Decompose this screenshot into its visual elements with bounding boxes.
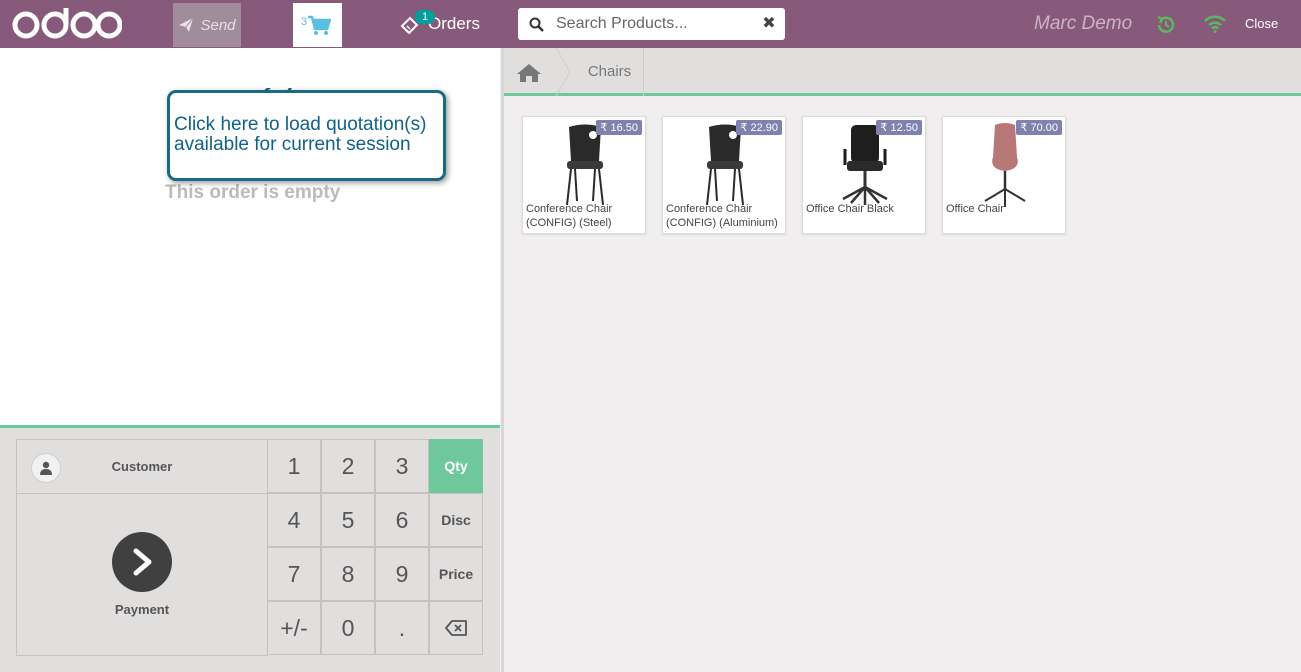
price-tag: ₹ 22.90 — [736, 120, 782, 135]
price-mode-button[interactable]: Price — [429, 547, 483, 601]
product-card[interactable]: ₹ 12.50 Office Chair Black — [802, 116, 926, 234]
backspace-button[interactable] — [429, 601, 483, 655]
decimal-button[interactable]: . — [375, 601, 429, 655]
numpad: 1 2 3 Qty 4 5 6 Disc 7 8 9 Price +/- 0 . — [267, 439, 484, 656]
quotation-tooltip: Click here to load quotation(s) availabl… — [167, 90, 446, 181]
orders-button[interactable]: 1 Orders — [400, 8, 480, 40]
breadcrumb: Chairs — [504, 48, 1301, 96]
price-tag: ₹ 16.50 — [596, 120, 642, 135]
cashier-name[interactable]: Marc Demo — [1034, 13, 1132, 35]
price-tag: ₹ 70.00 — [1016, 120, 1062, 135]
payment-button[interactable]: Payment — [17, 495, 267, 655]
search-input[interactable] — [556, 12, 756, 36]
action-pad: Customer Payment — [16, 439, 268, 656]
search-icon — [529, 17, 544, 32]
shopping-cart-icon — [308, 15, 331, 35]
send-button[interactable]: Send — [173, 3, 241, 47]
customer-label: Customer — [111, 459, 173, 474]
top-bar: Send 3 1 Orders ✖ Marc Demo Close — [0, 0, 1301, 48]
home-icon[interactable] — [516, 63, 542, 83]
numpad-key-5[interactable]: 5 — [321, 493, 375, 547]
close-button[interactable]: Close — [1245, 16, 1278, 31]
orders-label: Orders — [428, 14, 480, 33]
breadcrumb-separator — [555, 48, 571, 96]
numpad-key-9[interactable]: 9 — [375, 547, 429, 601]
product-card[interactable]: ₹ 70.00 Office Chair — [942, 116, 1066, 234]
numpad-key-8[interactable]: 8 — [321, 547, 375, 601]
tooltip-text: Click here to load quotation(s) availabl… — [174, 114, 427, 155]
payment-label: Payment — [114, 602, 170, 617]
products-pane: Chairs ₹ 16.50 Conference Chair (CONFIG)… — [501, 48, 1301, 672]
disc-mode-button[interactable]: Disc — [429, 493, 483, 547]
price-tag: ₹ 12.50 — [876, 120, 922, 135]
plus-minus-button[interactable]: +/- — [267, 601, 321, 655]
empty-order-message: This order is empty — [165, 182, 341, 203]
backspace-icon — [445, 620, 467, 636]
product-card[interactable]: ₹ 16.50 Conference Chair (CONFIG) (Steel… — [522, 116, 646, 234]
search-box: ✖ — [518, 8, 785, 40]
qty-mode-button[interactable]: Qty — [429, 439, 483, 493]
odoo-logo[interactable] — [10, 6, 122, 42]
payment-circle — [112, 532, 172, 592]
numpad-key-6[interactable]: 6 — [375, 493, 429, 547]
numpad-key-0[interactable]: 0 — [321, 601, 375, 655]
wifi-icon — [1204, 15, 1226, 33]
breadcrumb-category[interactable]: Chairs — [576, 48, 644, 96]
product-name: Office Chair — [946, 203, 1004, 215]
send-label: Send — [200, 16, 236, 34]
product-name: Office Chair Black — [806, 203, 894, 215]
chevron-right-icon — [133, 548, 152, 576]
orders-badge: 1 — [415, 10, 435, 24]
product-card[interactable]: ₹ 22.90 Conference Chair (CONFIG) (Alumi… — [662, 116, 786, 234]
numpad-key-2[interactable]: 2 — [321, 439, 375, 493]
clear-search-icon[interactable]: ✖ — [760, 15, 778, 33]
numpad-key-3[interactable]: 3 — [375, 439, 429, 493]
numpad-key-4[interactable]: 4 — [267, 493, 321, 547]
paper-plane-icon — [179, 17, 194, 32]
numpad-key-7[interactable]: 7 — [267, 547, 321, 601]
sync-icon[interactable] — [1155, 14, 1177, 36]
numpad-key-1[interactable]: 1 — [267, 439, 321, 493]
product-name: Conference Chair (CONFIG) (Steel) — [526, 203, 613, 229]
product-name: Conference Chair (CONFIG) (Aluminium) — [666, 203, 778, 229]
load-quotations-button[interactable]: 3 — [293, 3, 342, 47]
customer-button[interactable]: Customer — [17, 440, 267, 494]
